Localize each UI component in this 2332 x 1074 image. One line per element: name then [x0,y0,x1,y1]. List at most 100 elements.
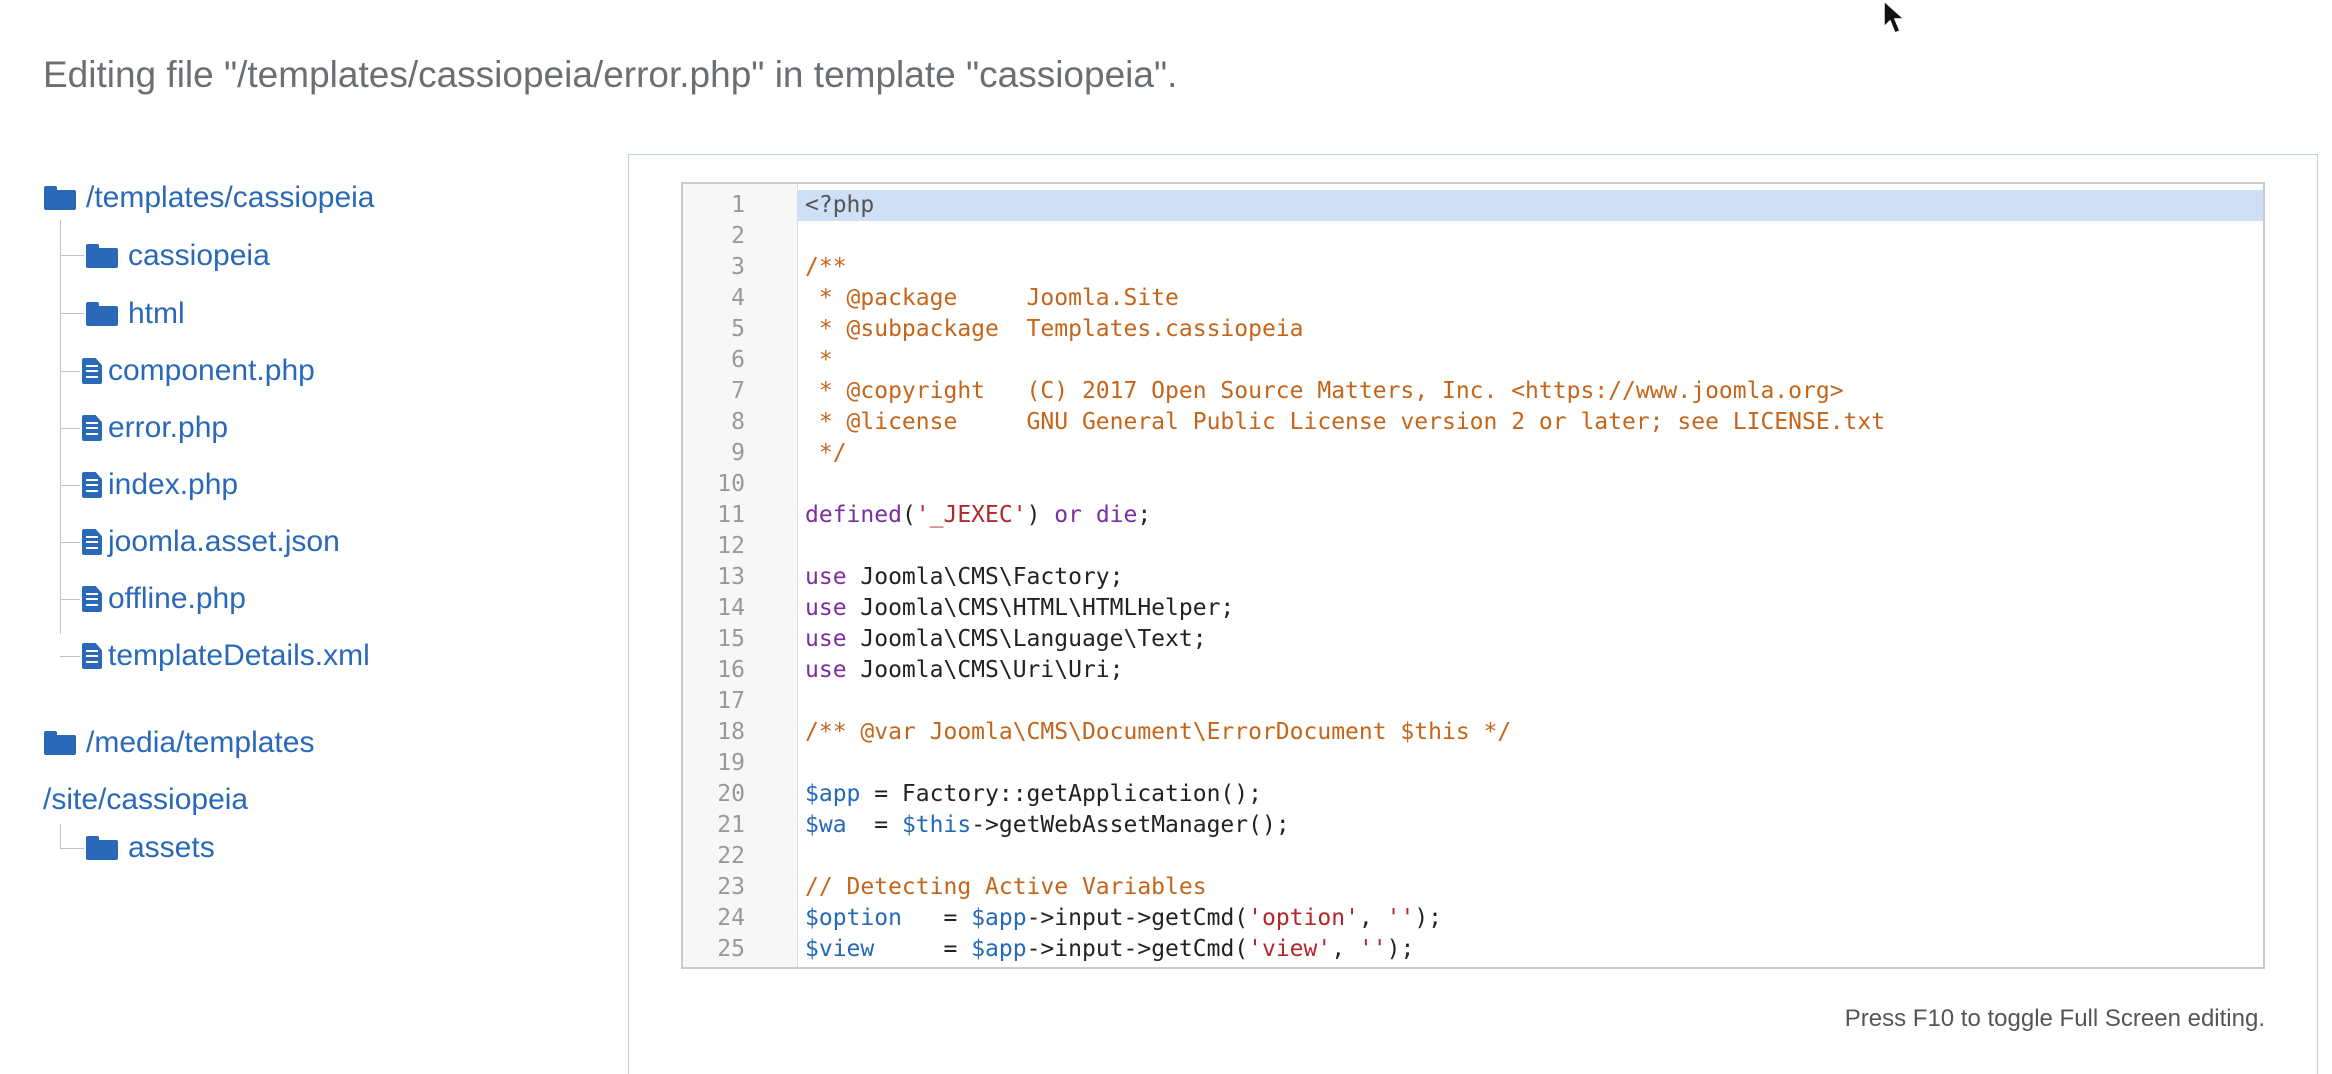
code-line[interactable]: 4 * @package Joomla.Site [683,283,2263,314]
code-line[interactable]: 15 use Joomla\CMS\Language\Text; [683,624,2263,655]
code-token: = [902,967,985,969]
line-number: 18 [717,719,745,745]
code-line[interactable]: 11 defined('_JEXEC') or die; [683,500,2263,531]
code-line[interactable]: 21 $wa = $this->getWebAssetManager(); [683,810,2263,841]
code-line[interactable]: 14 use Joomla\CMS\HTML\HTMLHelper; [683,593,2263,624]
code-line[interactable]: 5 * @subpackage Templates.cassiopeia [683,314,2263,345]
tree-item-label: component.php [108,354,315,387]
tree-item-file[interactable]: templateDetails.xml [82,634,370,678]
code-line[interactable]: 16 use Joomla\CMS\Uri\Uri; [683,655,2263,686]
code-line[interactable]: 22 [683,841,2263,872]
tree-root-media[interactable]: /media/templates [44,721,314,765]
code-token: '' [1386,905,1415,931]
tree-item-file[interactable]: offline.php [82,577,246,621]
code-line[interactable]: 25 $view = $app->input->getCmd('view', ''… [683,934,2263,965]
tree-item-file[interactable]: joomla.asset.json [82,520,340,564]
code-token: use [805,564,847,590]
tree-item-folder[interactable]: cassiopeia [86,234,270,278]
line-number: 15 [717,626,745,652]
mouse-pointer-icon [1883,0,1906,34]
line-number: 7 [731,378,745,404]
tree-item-label: cassiopeia [128,239,270,272]
code-token: Joomla\CMS\HTML\HTMLHelper; [846,595,1235,621]
code-token: /** [805,254,847,280]
line-number: 8 [731,409,745,435]
code-token: ->getWebAssetManager(); [971,812,1290,838]
code-token: or die [1054,502,1138,528]
code-text: */ [797,438,2263,469]
code-token: Joomla\CMS\Uri\Uri; [846,657,1124,683]
code-token: $option [805,905,902,931]
tree-item-folder[interactable]: assets [86,826,215,870]
code-token: , [1373,967,1401,969]
folder-icon [86,244,118,268]
code-line[interactable]: 1 <?php [683,190,2263,221]
code-token: * @license GNU General Public License ve… [805,409,1886,435]
code-line[interactable]: 20 $app = Factory::getApplication(); [683,779,2263,810]
code-line[interactable]: 24 $option = $app->input->getCmd('option'… [683,903,2263,934]
tree-item-file[interactable]: index.php [82,463,238,507]
tree-connector [60,656,80,657]
code-token: * @subpackage Templates.cassiopeia [805,316,1304,342]
code-token: $wa [805,812,847,838]
code-token: $app [805,781,861,807]
tree-item-file[interactable]: component.php [82,349,315,393]
tree-item-file[interactable]: error.php [82,406,228,450]
code-token: , [1331,936,1359,962]
tree-root-label-continued[interactable]: /site/cassiopeia [43,778,248,822]
code-line[interactable]: 3 /** [683,252,2263,283]
template-file-editor-page: Editing file "/templates/cassiopeia/erro… [0,0,2332,1074]
code-token: = [846,812,902,838]
code-line[interactable]: 19 [683,748,2263,779]
tree-root-templates[interactable]: /templates/cassiopeia [44,176,375,220]
code-token: ); [1414,905,1443,931]
code-line[interactable]: 9 */ [683,438,2263,469]
code-line[interactable]: 8 * @license GNU General Public License … [683,407,2263,438]
code-token: 'option' [1248,905,1359,931]
code-line[interactable]: 12 [683,531,2263,562]
tree-item-folder[interactable]: html [86,292,185,336]
code-token: * @package Joomla.Site [805,285,1179,311]
code-line[interactable]: 7 * @copyright (C) 2017 Open Source Matt… [683,376,2263,407]
code-line[interactable]: 2 [683,221,2263,252]
code-token: use [805,657,847,683]
line-number: 6 [731,347,745,373]
line-number: 20 [717,781,745,807]
code-token: $app [985,967,1040,969]
code-line[interactable]: 23 // Detecting Active Variables [683,872,2263,903]
file-icon [82,415,102,441]
line-number: 14 [717,595,745,621]
code-token: ); [1428,967,1456,969]
code-token: * @copyright (C) 2017 Open Source Matter… [805,378,1844,404]
line-number: 17 [717,688,745,714]
tree-connector [60,313,84,314]
code-token: $app [971,936,1027,962]
code-token: Joomla\CMS\Factory; [846,564,1124,590]
tree-connector [60,824,61,848]
tree-connector [60,220,61,634]
code-token: /** @var Joomla\CMS\Document\ErrorDocume… [805,719,1512,745]
code-text: $app = Factory::getApplication(); [797,779,2263,810]
code-token: * [805,347,833,373]
code-token: ->input->getCmd( [1040,967,1262,969]
code-text: <?php [797,190,2263,221]
code-text: * @copyright (C) 2017 Open Source Matter… [797,376,2263,407]
code-text: $view = $app->input->getCmd('view', ''); [797,934,2263,965]
code-line[interactable]: 6 * [683,345,2263,376]
code-line[interactable]: 17 [683,686,2263,717]
code-line[interactable]: 26 $layout = $app->input->getCmd('layout'… [683,965,2263,969]
file-icon [82,586,102,612]
line-number: 19 [717,750,745,776]
code-editor[interactable]: 1 <?php 2 3/** 4 * @package Joomla.Site 5 * … [681,182,2265,969]
code-token: Joomla\CMS\Language\Text; [846,626,1207,652]
code-token: ; [1137,502,1152,528]
code-line[interactable]: 13 use Joomla\CMS\Factory; [683,562,2263,593]
code-line[interactable]: 18 /** @var Joomla\CMS\Document\ErrorDocu… [683,717,2263,748]
code-token: $app [971,905,1027,931]
folder-icon [86,836,118,860]
line-number: 25 [717,936,745,962]
tree-item-label: error.php [108,411,229,444]
code-line[interactable]: 10 [683,469,2263,500]
